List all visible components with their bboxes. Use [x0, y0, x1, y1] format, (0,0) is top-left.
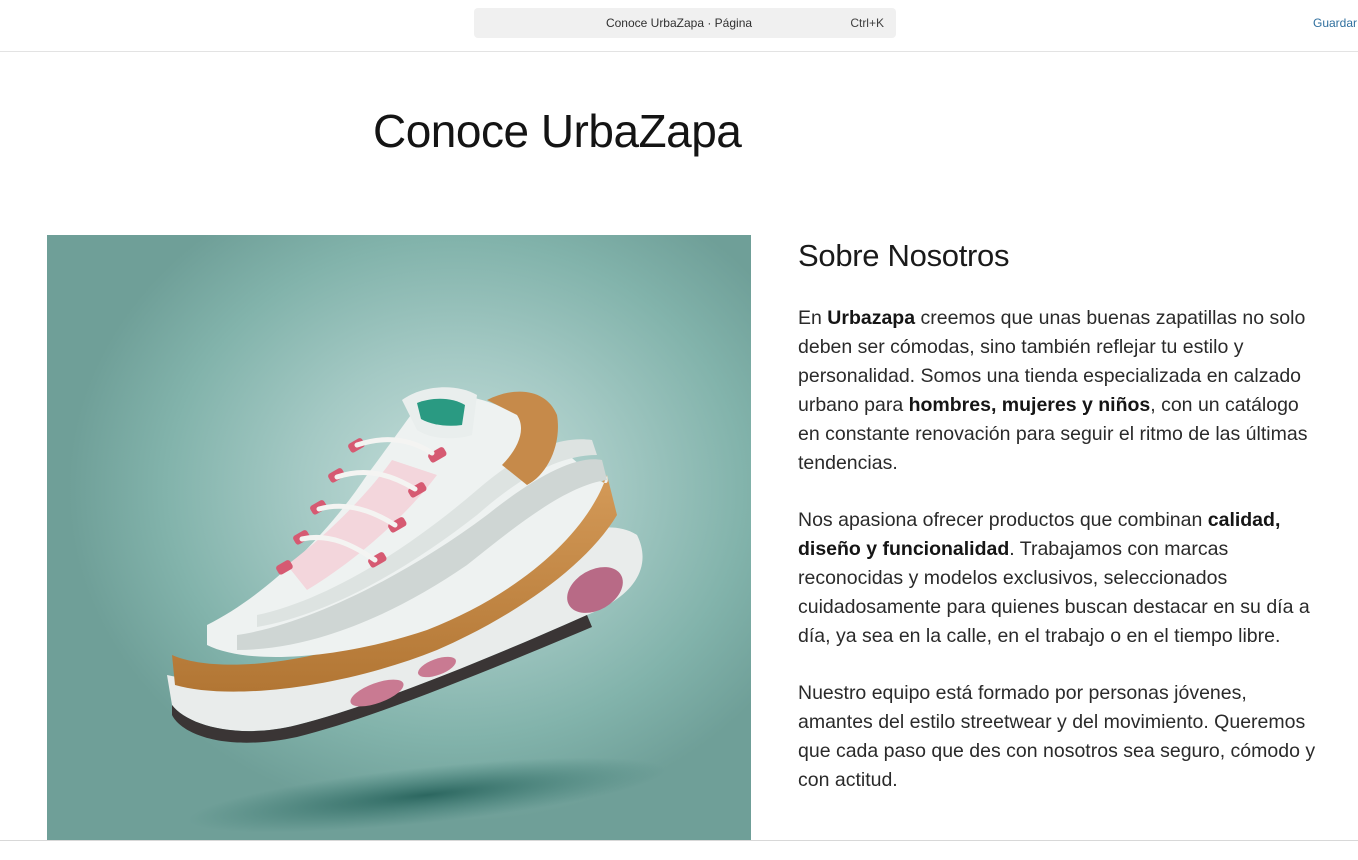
sneaker-illustration: [167, 387, 666, 833]
p1-bold-audience: hombres, mujeres y niños: [908, 394, 1151, 416]
search-shortcut: Ctrl+K: [850, 16, 884, 30]
top-bar: Conoce UrbaZapa · Página Ctrl+K Guardar: [0, 0, 1358, 52]
save-button[interactable]: Guardar: [1313, 16, 1357, 30]
sneaker-image: [47, 235, 751, 840]
p2-text-1: Nos apasiona ofrecer productos que combi…: [798, 509, 1208, 531]
page-title: Conoce UrbaZapa: [373, 105, 742, 157]
about-paragraph-1: En Urbazapa creemos que unas buenas zapa…: [798, 304, 1318, 478]
about-paragraph-2: Nos apasiona ofrecer productos que combi…: [798, 506, 1318, 651]
about-paragraph-3: Nuestro equipo está formado por personas…: [798, 682, 1316, 791]
p1-bold-brand: Urbazapa: [827, 307, 916, 329]
page-search-box[interactable]: Conoce UrbaZapa · Página Ctrl+K: [474, 8, 896, 38]
about-heading: Sobre Nosotros: [798, 238, 1010, 273]
page-divider: [0, 840, 1358, 841]
about-section: Sobre Nosotros En Urbazapa creemos que u…: [798, 238, 1318, 823]
search-title: Conoce UrbaZapa · Página: [605, 16, 753, 30]
p1-text-1: En: [798, 307, 828, 329]
